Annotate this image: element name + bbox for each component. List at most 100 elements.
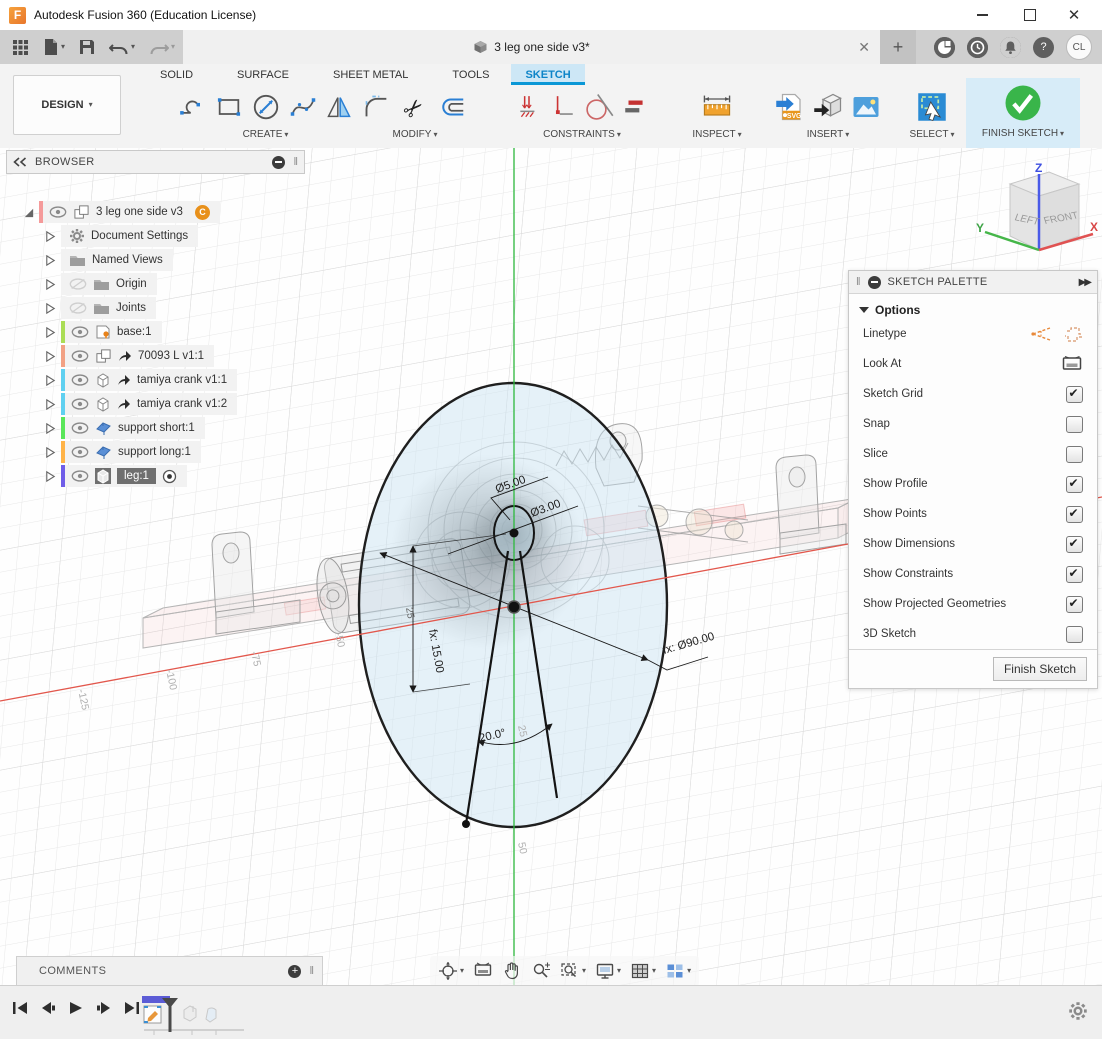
- tab-sketch[interactable]: SKETCH: [511, 64, 584, 85]
- circle-tool-icon[interactable]: [251, 92, 281, 122]
- trim-tool-icon[interactable]: ✂: [399, 92, 429, 122]
- display-settings-button[interactable]: ▾: [595, 961, 621, 981]
- timeline-feature-disabled[interactable]: [184, 1006, 196, 1021]
- eye-icon[interactable]: [71, 398, 89, 410]
- create-group-label[interactable]: CREATE▾: [178, 129, 353, 140]
- insert-canvas-icon[interactable]: [851, 92, 881, 122]
- finish-sketch-group-label[interactable]: FINISH SKETCH▾: [966, 128, 1080, 139]
- insert-svg-icon[interactable]: SVG: [775, 92, 805, 122]
- fit-button[interactable]: ▾: [560, 961, 586, 981]
- eye-icon[interactable]: [71, 422, 89, 434]
- maximize-button[interactable]: [1010, 0, 1050, 30]
- projection-linetype-icon[interactable]: [1063, 326, 1083, 343]
- hide-panel-icon[interactable]: [272, 156, 285, 169]
- browser-row[interactable]: Origin: [44, 273, 157, 295]
- collapsed-disclosure-icon[interactable]: [44, 326, 57, 339]
- browser-row[interactable]: support long:1: [44, 441, 201, 463]
- undo-button[interactable]: ▾: [109, 39, 135, 55]
- timeline-position-marker[interactable]: [162, 998, 178, 1032]
- sketch-point-bottom[interactable]: [462, 820, 470, 828]
- file-menu-button[interactable]: ▾: [43, 38, 65, 56]
- redo-button[interactable]: ▾: [149, 39, 175, 55]
- collapsed-disclosure-icon[interactable]: [44, 254, 57, 267]
- panel-grip[interactable]: ‖: [309, 965, 314, 977]
- collapsed-disclosure-icon[interactable]: [44, 446, 57, 459]
- show-dimensions-checkbox[interactable]: [1066, 536, 1083, 553]
- document-tab[interactable]: 3 leg one side v3*: [473, 40, 589, 54]
- timeline-settings-gear-icon[interactable]: [1068, 1001, 1088, 1021]
- look-at-button[interactable]: [473, 961, 493, 981]
- collapsed-disclosure-icon[interactable]: [44, 470, 57, 483]
- constraint-tangent-icon[interactable]: [584, 92, 614, 122]
- browser-item-label[interactable]: support short:1: [118, 422, 195, 434]
- offset-tool-icon[interactable]: [437, 92, 467, 122]
- browser-row[interactable]: support short:1: [44, 417, 205, 439]
- select-group-label[interactable]: SELECT▾: [903, 129, 961, 140]
- root-component-label[interactable]: 3 leg one side v3: [96, 206, 183, 218]
- options-section-header[interactable]: Options: [849, 294, 1097, 319]
- sketch-point-center-top[interactable]: [510, 529, 519, 538]
- rectangle-tool-icon[interactable]: [215, 93, 243, 121]
- browser-item-label[interactable]: Named Views: [92, 254, 163, 266]
- close-button[interactable]: ✕: [1054, 0, 1094, 30]
- spline-tool-icon[interactable]: [289, 93, 317, 121]
- line-tool-icon[interactable]: [179, 93, 207, 121]
- notifications-bell-icon[interactable]: [1000, 37, 1021, 58]
- constraints-group-label[interactable]: CONSTRAINTS▾: [493, 129, 671, 140]
- collapsed-disclosure-icon[interactable]: [44, 398, 57, 411]
- step-back-button[interactable]: [40, 1001, 56, 1015]
- browser-item-label[interactable]: support long:1: [118, 446, 191, 458]
- collapse-panel-icon[interactable]: [13, 157, 27, 167]
- help-icon[interactable]: ?: [1033, 37, 1054, 58]
- collapsed-disclosure-icon[interactable]: [44, 302, 57, 315]
- expand-panel-icon[interactable]: ▶▶: [1079, 277, 1090, 288]
- extensions-icon[interactable]: [934, 37, 955, 58]
- finish-sketch-button[interactable]: Finish Sketch: [993, 657, 1087, 681]
- look-at-icon[interactable]: [1061, 355, 1083, 373]
- sketch-palette-header[interactable]: ‖ SKETCH PALETTE ▶▶: [849, 271, 1097, 294]
- browser-item-label[interactable]: Origin: [116, 278, 147, 290]
- collapsed-disclosure-icon[interactable]: [44, 350, 57, 363]
- insert-mesh-icon[interactable]: [813, 92, 843, 122]
- browser-row[interactable]: 70093 L v1:1: [44, 345, 214, 367]
- collapsed-disclosure-icon[interactable]: [44, 278, 57, 291]
- timeline-sketch-feature[interactable]: [144, 1006, 161, 1023]
- sketch-point-origin[interactable]: [508, 601, 520, 613]
- collapsed-disclosure-icon[interactable]: [44, 422, 57, 435]
- orbit-button[interactable]: ▾: [438, 961, 464, 981]
- browser-row[interactable]: tamiya crank v1:2: [44, 393, 237, 415]
- zoom-button[interactable]: [531, 961, 551, 981]
- browser-item-label[interactable]: Joints: [116, 302, 146, 314]
- add-comment-icon[interactable]: +: [288, 965, 301, 978]
- browser-item-label[interactable]: Document Settings: [91, 230, 188, 242]
- collapsed-disclosure-icon[interactable]: [44, 374, 57, 387]
- go-to-end-button[interactable]: [124, 1001, 140, 1015]
- snap-checkbox[interactable]: [1066, 416, 1083, 433]
- cloud-status-badge[interactable]: C: [195, 205, 210, 220]
- comments-bar[interactable]: COMMENTS + ‖: [16, 956, 323, 986]
- activate-component-radio-icon[interactable]: [162, 469, 177, 484]
- show-points-checkbox[interactable]: [1066, 506, 1083, 523]
- constraint-vertical-horizontal-icon[interactable]: [550, 93, 576, 121]
- browser-row[interactable]: tamiya crank v1:1: [44, 369, 237, 391]
- timeline-track[interactable]: [140, 994, 250, 1036]
- tab-surface[interactable]: SURFACE: [215, 64, 311, 85]
- 3d-sketch-checkbox[interactable]: [1066, 626, 1083, 643]
- user-avatar[interactable]: CL: [1066, 34, 1092, 60]
- panel-grip[interactable]: ‖: [856, 276, 861, 288]
- show-profile-checkbox[interactable]: [1066, 476, 1083, 493]
- eye-icon[interactable]: [71, 446, 89, 458]
- workspace-selector[interactable]: DESIGN ▾: [13, 75, 121, 135]
- browser-row[interactable]: Named Views: [44, 249, 173, 271]
- browser-item-label[interactable]: base:1: [117, 326, 152, 338]
- insert-group-label[interactable]: INSERT▾: [763, 129, 893, 140]
- new-tab-button[interactable]: +: [880, 30, 916, 64]
- save-button[interactable]: [79, 39, 95, 55]
- collapsed-disclosure-icon[interactable]: [44, 230, 57, 243]
- browser-row[interactable]: base:1: [44, 321, 162, 343]
- app-grid-icon[interactable]: [12, 39, 29, 56]
- play-button[interactable]: [68, 1001, 84, 1015]
- eye-hidden-icon[interactable]: [69, 302, 87, 314]
- panel-grip[interactable]: ‖: [293, 156, 298, 168]
- browser-item-label[interactable]: tamiya crank v1:2: [137, 398, 227, 410]
